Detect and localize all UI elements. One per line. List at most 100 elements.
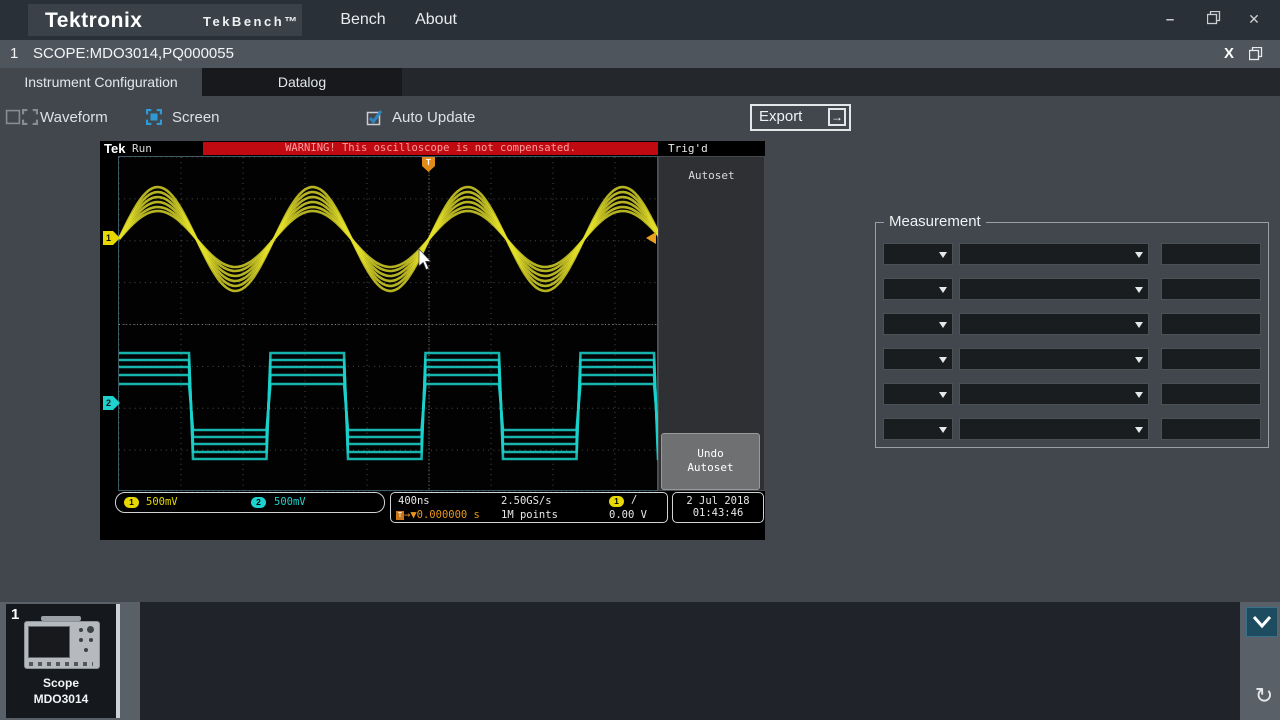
menu-about[interactable]: About [404,0,468,40]
measurement-type-select[interactable] [883,418,953,440]
trigger-level-arrow [646,232,656,244]
measurement-type-select[interactable] [883,243,953,265]
brand-area: Tektronix TekBench™ [28,4,302,36]
channel-readout-box: 1 500mV 2 500mV [115,492,385,513]
mouse-cursor [418,249,433,275]
measurement-type-select[interactable] [883,278,953,300]
measurement-value-field [1161,278,1261,300]
device-screen [28,626,70,658]
scope-time: 01:43:46 [673,507,763,519]
chevron-down-icon [939,322,947,328]
bracket-box-icon [22,109,38,125]
tile-device-type: Scope [6,676,116,690]
measurement-source-select[interactable] [959,278,1149,300]
trigger-arrows-icon: →▼ [404,509,417,521]
chevron-down-icon [1135,392,1143,398]
export-arrow-icon: → [828,108,846,126]
trigger-delay-row: T→▼0.000000 s [396,509,480,521]
measurement-value-field [1161,243,1261,265]
waveform-checkbox[interactable] [5,109,21,130]
timebase: 400ns [398,495,430,507]
chevron-down-icon [939,427,947,433]
measurement-type-select[interactable] [883,348,953,370]
scope-graticule [118,156,658,491]
auto-update-checkbox[interactable] [366,109,384,131]
datetime-readout-box: 2 Jul 2018 01:43:46 [672,492,764,523]
measurement-row [883,313,1261,335]
trigger-t-icon: T [396,511,404,520]
titlebar: Tektronix TekBench™ Bench About – ✕ [0,0,1280,40]
close-button[interactable]: ✕ [1242,11,1266,29]
restore-icon [1249,47,1263,61]
oscilloscope-thumbnail [24,621,100,669]
chevron-down-icon [1135,322,1143,328]
instrument-name: SCOPE:MDO3014,PQ000055 [33,40,234,68]
measurement-row [883,348,1261,370]
scope-waveform-svg [119,157,659,492]
measurement-source-select[interactable] [959,243,1149,265]
device-knob [79,638,83,642]
waveform-select-brackets[interactable] [22,109,38,130]
scope-date: 2 Jul 2018 [673,495,763,507]
toolbar: Waveform Screen Auto Update Export → [0,96,1280,140]
checkbox-empty-icon [5,109,21,125]
app-window: Tektronix TekBench™ Bench About – ✕ 1 SC… [0,0,1280,720]
trigger-level: 0.00 V [609,509,647,521]
export-label: Export [759,108,802,125]
side-menu-title: Autoset [659,169,764,182]
chevron-down-icon [1251,615,1273,629]
device-knob [79,628,83,632]
waveform-label[interactable]: Waveform [40,108,108,128]
trigger-slope: / [631,494,637,506]
chevron-down-icon [1135,427,1143,433]
trigger-delay: 0.000000 s [417,509,480,521]
tray-collapse-button[interactable] [1246,607,1278,637]
measurement-type-select[interactable] [883,313,953,335]
measurement-row [883,243,1261,265]
tile-index: 1 [11,606,19,623]
tab-datalog[interactable]: Datalog [202,68,402,96]
tektronix-logo: Tektronix [45,9,142,33]
ch1-badge: 1 [124,497,139,508]
restore-icon [1207,11,1221,25]
horizontal-trigger-readout-box: 400ns 2.50GS/s 1 / T→▼0.000000 s 1M poin… [390,492,668,523]
menu-bench[interactable]: Bench [332,0,394,40]
export-button[interactable]: Export → [750,104,851,131]
instrument-restore-button[interactable] [1249,47,1263,66]
chevron-down-icon [939,357,947,363]
refresh-button[interactable]: ↻ [1251,684,1277,710]
measurement-source-select[interactable] [959,418,1149,440]
screen-label[interactable]: Screen [172,108,220,128]
ch1-scale: 500mV [146,496,178,508]
sample-rate: 2.50GS/s [501,495,552,507]
measurement-row [883,418,1261,440]
instrument-bar: 1 SCOPE:MDO3014,PQ000055 X [0,40,1280,68]
measurement-source-select[interactable] [959,313,1149,335]
trigger-source-badge: 1 [609,496,624,507]
measurement-group: Measurement [875,222,1269,448]
measurement-legend: Measurement [884,213,986,230]
scope-side-menu: Autoset Undo Autoset [658,156,765,491]
measurement-value-field [1161,418,1261,440]
measurement-source-select[interactable] [959,348,1149,370]
instrument-tile-scope[interactable]: 1 Scope MDO3014 [6,604,120,718]
auto-update-label[interactable]: Auto Update [392,108,475,128]
ch2-badge: 2 [251,497,266,508]
instrument-close-button[interactable]: X [1224,40,1234,68]
instrument-index: 1 [10,40,18,68]
measurement-value-field [1161,348,1261,370]
measurement-type-select[interactable] [883,383,953,405]
checkbox-checked-icon [366,109,384,126]
screen-select-brackets[interactable] [146,109,162,130]
scope-screen-image: Tek Run WARNING! This oscilloscope is no… [100,141,765,540]
tab-bar: Instrument Configuration Datalog [0,68,1280,96]
measurement-source-select[interactable] [959,383,1149,405]
scope-warning-banner: WARNING! This oscilloscope is not compen… [203,142,658,155]
minimize-button[interactable]: – [1158,11,1182,29]
cursor-arrow-icon [418,249,433,271]
restore-button[interactable] [1202,11,1226,29]
undo-autoset-button: Undo Autoset [661,433,760,490]
chevron-down-icon [1135,287,1143,293]
tab-instrument-configuration[interactable]: Instrument Configuration [0,68,202,96]
bench-tray: 1 Scope MDO3014 ↻ [0,602,1280,720]
